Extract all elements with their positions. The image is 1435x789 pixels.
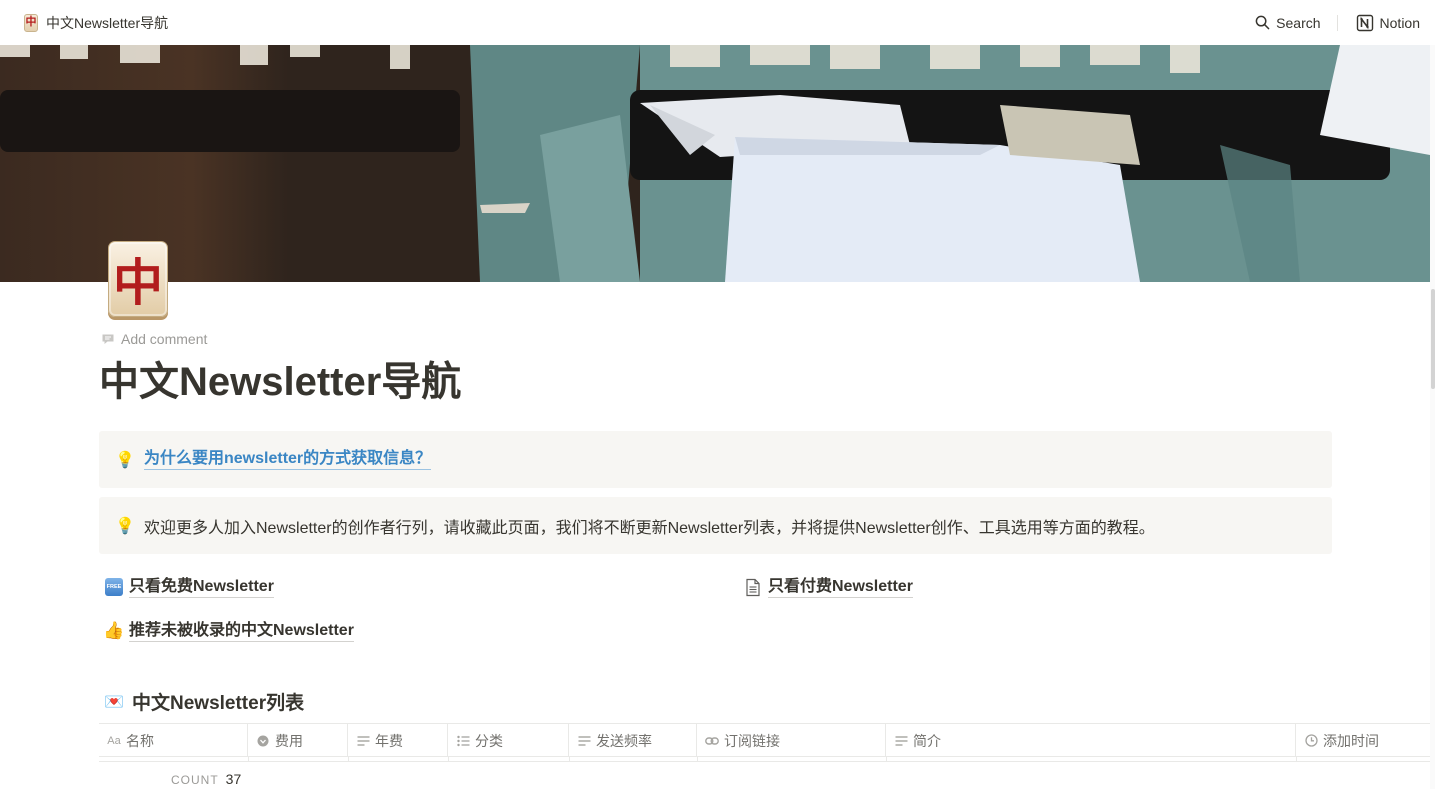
column-header-frequency[interactable]: 发送频率 (569, 724, 697, 757)
callout-welcome: 💡 欢迎更多人加入Newsletter的创作者行列，请收藏此页面，我们将不断更新… (99, 497, 1332, 554)
thumbs-up-icon: 👍 (103, 621, 125, 640)
free-badge: FREE (105, 578, 123, 596)
url-icon (705, 734, 719, 748)
page-title[interactable]: 中文Newsletter导航 (99, 356, 461, 408)
free-newsletter-label: 只看免费Newsletter (129, 577, 274, 598)
paid-newsletter-link[interactable]: 只看付费Newsletter (743, 574, 913, 600)
database-title-label: 中文Newsletter列表 (132, 693, 305, 714)
text-aa-icon: Aa (107, 734, 121, 747)
scrollbar-thumb[interactable] (1431, 289, 1435, 389)
paid-newsletter-label: 只看付费Newsletter (768, 577, 913, 598)
topbar-divider (1336, 14, 1338, 31)
column-label: 简介 (913, 732, 941, 749)
count-label: COUNT (171, 773, 219, 787)
lightbulb-icon: 💡 (115, 451, 135, 469)
add-comment-label: Add comment (121, 331, 208, 347)
document-icon (743, 578, 763, 597)
recommend-newsletter-label: 推荐未被收录的中文Newsletter (129, 621, 354, 642)
top-bar: 中 中文Newsletter导航 Search Notion (0, 0, 1435, 45)
search-button[interactable]: Search (1253, 9, 1322, 37)
column-header-name[interactable]: Aa 名称 (99, 724, 248, 757)
column-label: 费用 (275, 732, 303, 749)
page-cover-image[interactable] (0, 45, 1430, 282)
database-title[interactable]: 💌 中文Newsletter列表 (104, 688, 304, 715)
welcome-text: 欢迎更多人加入Newsletter的创作者行列，请收藏此页面，我们将不断更新Ne… (144, 519, 1155, 537)
mailbox-photo (0, 45, 1430, 282)
mahjong-tile-icon: 中 (24, 13, 38, 32)
text-lines-icon (577, 734, 591, 748)
column-label: 订阅链接 (724, 732, 780, 749)
table-row[interactable] (99, 757, 1430, 762)
free-newsletter-link[interactable]: FREE 只看免费Newsletter (104, 574, 274, 600)
lightbulb-icon: 💡 (115, 517, 135, 535)
column-header-annual-fee[interactable]: 年费 (348, 724, 448, 757)
notion-button[interactable]: Notion (1354, 9, 1422, 37)
comment-icon (102, 334, 114, 344)
column-label: 分类 (475, 732, 503, 749)
text-lines-icon (894, 734, 908, 748)
column-header-added-time[interactable]: 添加时间 (1296, 724, 1430, 757)
select-icon (256, 734, 270, 748)
column-header-subscribe-link[interactable]: 订阅链接 (697, 724, 886, 757)
add-comment-button[interactable]: Add comment (101, 331, 207, 347)
column-label: 年费 (375, 732, 403, 749)
column-label: 发送频率 (596, 732, 652, 749)
scrollbar[interactable] (1430, 45, 1435, 789)
text-lines-icon (356, 734, 370, 748)
column-label: 名称 (126, 732, 154, 749)
column-header-category[interactable]: 分类 (448, 724, 569, 757)
notion-logo-icon (1356, 14, 1373, 31)
breadcrumb-page[interactable]: 中 中文Newsletter导航 (22, 10, 170, 36)
table-header: Aa 名称 费用 年费 分类 发送频率 订阅链接 简介 添加时间 (99, 723, 1430, 757)
recommend-newsletter-link[interactable]: 👍 推荐未被收录的中文Newsletter (103, 618, 354, 644)
why-newsletter-link[interactable]: 为什么要用newsletter的方式获取信息？ (144, 449, 432, 470)
search-icon (1255, 15, 1270, 30)
count-value: 37 (225, 771, 242, 787)
column-header-description[interactable]: 简介 (886, 724, 1296, 757)
callout-why-newsletter: 💡 为什么要用newsletter的方式获取信息？ (99, 431, 1332, 488)
column-label: 添加时间 (1323, 732, 1379, 749)
table-count: COUNT 37 (171, 771, 241, 787)
clock-icon (1304, 734, 1318, 748)
multi-select-icon (456, 734, 470, 748)
search-label: Search (1276, 14, 1321, 31)
free-badge-icon: FREE (104, 578, 124, 596)
love-letter-icon: 💌 (104, 693, 124, 711)
page-icon-mahjong-tile[interactable]: 中 (108, 241, 168, 317)
column-header-fee[interactable]: 费用 (248, 724, 348, 757)
notion-label: Notion (1379, 14, 1420, 31)
breadcrumb-title: 中文Newsletter导航 (46, 14, 169, 31)
